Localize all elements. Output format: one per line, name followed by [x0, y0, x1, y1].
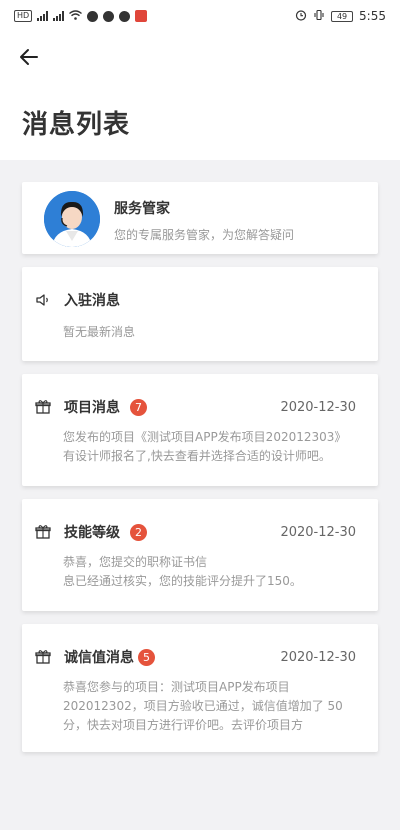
settle-header: 入驻消息: [34, 289, 356, 311]
message-body: 恭喜，您提交的职称证书信 息已经通过核实，您的技能评分提升了150。: [63, 553, 360, 591]
message-line: 202012302，项目方验收已通过，诚信值增加了 50: [63, 699, 343, 713]
hd-indicator: HD: [14, 10, 33, 22]
settle-body: 暂无最新消息: [63, 325, 136, 339]
message-line: 您发布的项目《测试项目APP发布项目202012303》: [63, 430, 347, 444]
message-line: 分，快去对项目方进行评价吧。去评价项目方: [63, 718, 304, 732]
message-date: 2020-12-30: [280, 524, 356, 540]
gift-icon: [34, 398, 52, 416]
gift-icon: [34, 523, 52, 541]
settle-card[interactable]: 入驻消息 暂无最新消息: [22, 267, 378, 361]
vibrate-icon: [313, 9, 325, 24]
battery-icon: 49: [331, 10, 354, 22]
notification-icon: [87, 10, 99, 22]
service-description: 您的专属服务管家，为您解答疑问: [114, 228, 295, 242]
message-line: 有设计师报名了,快去查看并选择合适的设计师吧。: [63, 449, 331, 463]
message-body: 恭喜您参与的项目：测试项目APP发布项目 202012302，项目方验收已通过，…: [63, 678, 360, 735]
wifi-icon: [69, 9, 83, 23]
avatar: [44, 191, 100, 247]
message-body: 您发布的项目《测试项目APP发布项目202012303》 有设计师报名了,快去查…: [63, 428, 360, 466]
unread-badge: 2: [130, 523, 147, 541]
service-title: 服务管家: [114, 201, 170, 217]
status-right-group: 49 5:55: [295, 9, 386, 24]
message-list: 服务管家 您的专属服务管家，为您解答疑问 入驻消息 暂无最新消息 项目消息 7 …: [22, 182, 378, 752]
message-header: 诚信值消息 5 2020-12-30: [34, 646, 356, 668]
unread-badge: 5: [138, 648, 155, 666]
gift-icon: [34, 648, 52, 666]
status-bar: HD 49 5:55: [0, 0, 400, 32]
signal-icon: [37, 11, 49, 21]
header: 消息列表: [0, 32, 400, 160]
back-button[interactable]: [14, 42, 44, 72]
app-notification-icon: [135, 10, 148, 22]
unread-badge: 7: [130, 398, 147, 416]
message-line: 恭喜，您提交的职称证书信: [63, 555, 208, 569]
speaker-icon: [34, 291, 52, 309]
chat-icon: [119, 10, 131, 22]
clock-time: 5:55: [359, 9, 386, 23]
alarm-icon: [295, 9, 307, 24]
message-date: 2020-12-30: [280, 399, 356, 415]
credit-message-card[interactable]: 诚信值消息 5 2020-12-30 恭喜您参与的项目：测试项目APP发布项目 …: [22, 624, 378, 752]
message-app-icon: [103, 10, 115, 22]
skill-level-card[interactable]: 技能等级 2 2020-12-30 恭喜，您提交的职称证书信 息已经通过核实，您…: [22, 499, 378, 611]
message-title: 诚信值消息: [64, 650, 134, 666]
message-line: 息已经通过核实，您的技能评分提升了150。: [63, 574, 302, 588]
arrow-left-icon: [20, 49, 38, 65]
status-left-group: HD: [14, 9, 295, 23]
project-message-card[interactable]: 项目消息 7 2020-12-30 您发布的项目《测试项目APP发布项目2020…: [22, 374, 378, 486]
signal-icon-2: [53, 11, 65, 21]
message-title: 技能等级: [64, 525, 120, 541]
message-line: 恭喜您参与的项目：测试项目APP发布项目: [63, 680, 290, 694]
service-card[interactable]: 服务管家 您的专属服务管家，为您解答疑问: [22, 182, 378, 254]
settle-title: 入驻消息: [64, 293, 120, 309]
message-title: 项目消息: [64, 400, 120, 416]
message-date: 2020-12-30: [280, 649, 356, 665]
page-title: 消息列表: [22, 110, 131, 140]
message-header: 项目消息 7 2020-12-30: [34, 396, 356, 418]
message-header: 技能等级 2 2020-12-30: [34, 521, 356, 543]
